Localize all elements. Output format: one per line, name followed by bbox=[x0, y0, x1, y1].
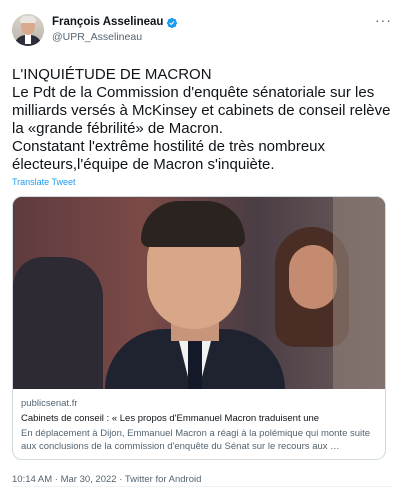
tweet-text: L'INQUIÉTUDE DE MACRON Le Pdt de la Comm… bbox=[12, 66, 392, 174]
link-domain: publicsenat.fr bbox=[21, 398, 78, 409]
link-description: En déplacement à Dijon, Emmanuel Macron … bbox=[21, 428, 371, 452]
translate-tweet-link[interactable]: Translate Tweet bbox=[12, 176, 392, 188]
more-options-icon[interactable]: ··· bbox=[375, 13, 392, 27]
tweet-header: François Asselineau @UPR_Asselineau ··· bbox=[12, 10, 392, 50]
tweet-timestamp[interactable]: 10:14 AM · Mar 30, 2022 · Twitter for An… bbox=[12, 474, 392, 486]
link-title: Cabinets de conseil : « Les propos d'Emm… bbox=[21, 413, 320, 424]
verified-badge-icon bbox=[167, 17, 178, 28]
author-info: François Asselineau @UPR_Asselineau bbox=[52, 15, 178, 45]
author-handle[interactable]: @UPR_Asselineau bbox=[52, 30, 178, 45]
tweet: François Asselineau @UPR_Asselineau ··· … bbox=[0, 0, 406, 491]
avatar[interactable] bbox=[12, 14, 44, 46]
tweet-text-line: Constatant l'extrême hostilité de très n… bbox=[12, 138, 326, 173]
author-display-name[interactable]: François Asselineau bbox=[52, 15, 163, 30]
link-preview-body: publicsenat.fr Cabinets de conseil : « L… bbox=[13, 389, 385, 459]
tweet-text-line: Le Pdt de la Commission d'enquête sénato… bbox=[12, 84, 391, 137]
link-preview-card[interactable]: publicsenat.fr Cabinets de conseil : « L… bbox=[12, 196, 386, 460]
link-preview-image[interactable] bbox=[13, 197, 385, 389]
divider bbox=[12, 486, 392, 487]
tweet-text-line: L'INQUIÉTUDE DE MACRON bbox=[12, 66, 212, 83]
